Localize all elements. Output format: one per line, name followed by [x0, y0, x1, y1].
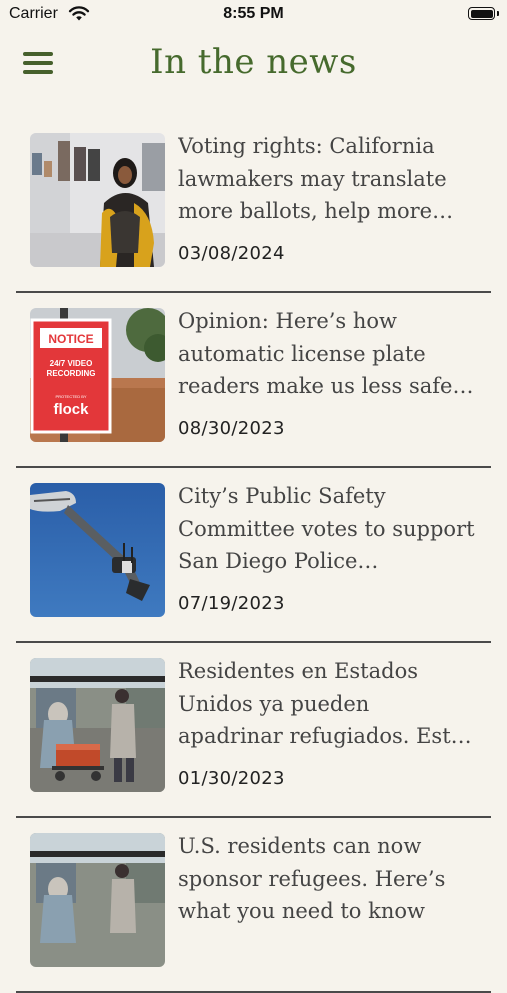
market-stall-photo — [30, 833, 165, 967]
article-thumbnail — [30, 133, 165, 267]
streetlight-camera-photo — [30, 483, 165, 617]
news-list-item[interactable]: Residentes en Estados Unidos ya pueden a… — [16, 643, 491, 818]
news-list-item[interactable]: Voting rights: California lawmakers may … — [16, 118, 491, 293]
article-headline[interactable]: City’s Public Safety Committee votes to … — [178, 480, 478, 578]
notice-sign-photo: NOTICE 24/7 VIDEO RECORDING PROTECTED BY… — [30, 308, 165, 442]
battery-icon — [468, 7, 495, 20]
article-thumbnail — [30, 833, 165, 967]
sign-text-recording: RECORDING — [47, 369, 96, 378]
sign-text-notice: NOTICE — [48, 332, 93, 346]
article-headline[interactable]: Residentes en Estados Unidos ya pueden a… — [178, 655, 478, 753]
battery-tip — [497, 11, 499, 16]
news-list-item[interactable]: U.S. residents can now sponsor refugees.… — [16, 818, 491, 993]
article-thumbnail — [30, 483, 165, 617]
sign-text-brand: flock — [53, 401, 89, 418]
news-list-item[interactable]: City’s Public Safety Committee votes to … — [16, 468, 491, 643]
page-title: In the news — [150, 42, 357, 82]
article-date: 07/19/2023 — [178, 593, 285, 614]
market-stall-photo — [30, 658, 165, 792]
article-thumbnail — [30, 658, 165, 792]
article-headline[interactable]: Voting rights: California lawmakers may … — [178, 130, 478, 228]
woman-in-gallery-photo — [30, 133, 165, 267]
article-date: 03/08/2024 — [178, 243, 285, 264]
status-time: 8:55 PM — [223, 5, 284, 22]
sign-text-protected: PROTECTED BY — [55, 394, 86, 399]
article-thumbnail: NOTICE 24/7 VIDEO RECORDING PROTECTED BY… — [30, 308, 165, 442]
status-bar: Carrier 8:55 PM — [0, 0, 507, 30]
sign-text-video: 24/7 VIDEO — [50, 359, 93, 368]
news-list-item[interactable]: NOTICE 24/7 VIDEO RECORDING PROTECTED BY… — [16, 293, 491, 468]
article-headline[interactable]: U.S. residents can now sponsor refugees.… — [178, 830, 478, 928]
article-headline[interactable]: Opinion: Here’s how automatic license pl… — [178, 305, 478, 403]
news-list: Voting rights: California lawmakers may … — [0, 118, 507, 993]
app-header: In the news — [0, 36, 507, 96]
article-date: 01/30/2023 — [178, 768, 285, 789]
article-date: 08/30/2023 — [178, 418, 285, 439]
